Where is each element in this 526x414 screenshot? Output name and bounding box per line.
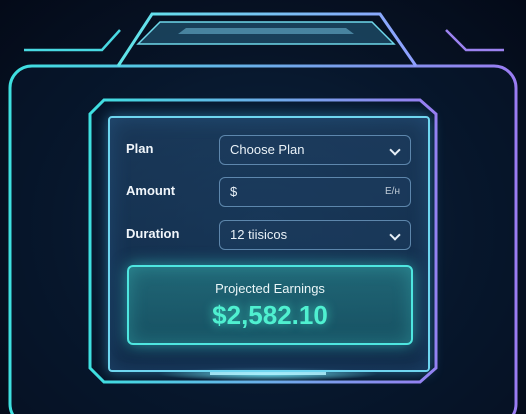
plan-select[interactable]: Choose Plan xyxy=(219,135,411,165)
projected-earnings-card: Projected Earnings $2,582.10 xyxy=(127,265,413,345)
amount-value: $ xyxy=(230,184,238,199)
earnings-value: $2,582.10 xyxy=(212,300,328,330)
duration-value: 12 tiisicos xyxy=(230,227,288,242)
duration-select[interactable]: 12 tiisicos xyxy=(219,220,411,250)
amount-label: Amount xyxy=(126,183,176,198)
duration-label: Duration xyxy=(126,226,180,241)
chevron-down-icon xyxy=(389,229,401,241)
plan-label: Plan xyxy=(126,141,154,156)
chevron-down-icon xyxy=(389,144,401,156)
earnings-title: Projected Earnings xyxy=(215,281,325,296)
plan-value: Choose Plan xyxy=(230,142,305,157)
amount-suffix: E/н xyxy=(385,186,400,197)
amount-input[interactable]: $ E/н xyxy=(219,177,411,207)
duration-row: Duration 12 tiisicos xyxy=(126,220,412,250)
amount-row: Amount $ E/н xyxy=(126,177,412,207)
plan-row: Plan Choose Plan xyxy=(126,135,412,165)
